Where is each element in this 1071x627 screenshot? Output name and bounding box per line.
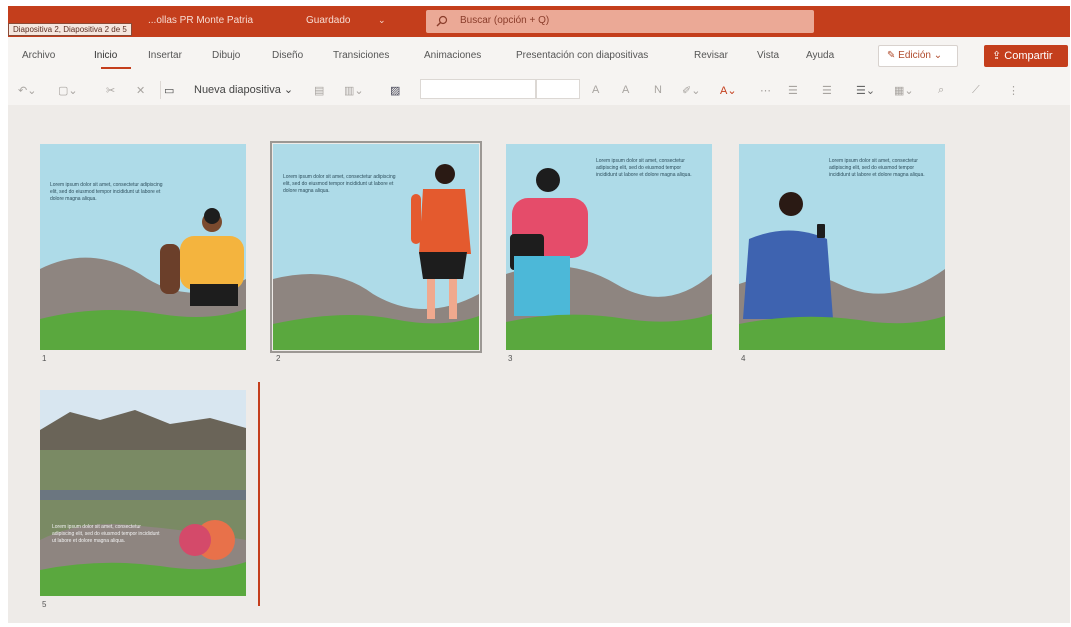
slide-text: Lorem ipsum dolor sit amet, consectetur … [50,182,163,202]
undo-icon[interactable]: ↶⌄ [18,84,36,97]
share-icon: ⇪ [992,50,1002,62]
tab-transiciones[interactable]: Transiciones [333,50,389,61]
new-slide-label: Nueva diapositiva [194,84,281,96]
chevron-down-icon[interactable]: ⌄ [378,15,386,26]
tab-ayuda[interactable]: Ayuda [806,50,834,61]
font-size-select[interactable] [536,79,580,99]
slide-text: Lorem ipsum dolor sit amet, consectetur … [283,174,396,194]
format-painter-icon[interactable]: ✂ [106,84,115,97]
more-icon[interactable]: ⋯ [760,84,771,97]
search-placeholder: Buscar (opción + Q) [460,15,550,26]
chevron-down-icon: ⌄ [933,50,943,61]
search-box[interactable]: Buscar (opción + Q) [426,10,814,33]
decrease-font-icon[interactable]: A [622,84,629,96]
slide-number: 1 [42,354,47,363]
slide-tooltip: Diapositiva 2, Diapositiva 2 de 5 [8,23,132,36]
delete-icon[interactable]: ✕ [136,84,145,97]
tab-inicio[interactable]: Inicio [94,50,117,61]
tab-vista[interactable]: Vista [757,50,779,61]
slide-thumbnail-5[interactable]: Lorem ipsum dolor sit amet, consectetur … [40,390,246,596]
font-color-icon[interactable]: A⌄ [720,84,737,97]
slide-text: Lorem ipsum dolor sit amet, consectetur … [52,524,160,544]
pencil-icon: ✎ [887,50,896,61]
tab-presentacion[interactable]: Presentación con diapositivas [516,50,648,61]
toolbar-divider [160,81,161,99]
tab-diseno[interactable]: Diseño [272,50,303,61]
slide-number: 4 [741,354,746,363]
paste-icon[interactable]: ▢⌄ [58,84,78,97]
slide-text: Lorem ipsum dolor sit amet, consectetur … [829,158,925,178]
active-tab-indicator [101,67,131,69]
ribbon-toolbar: ↶⌄ ▢⌄ ✂ ✕ ▭ Nueva diapositiva ⌄ ▤ ▥⌄ ▨ A… [8,75,1070,105]
find-icon[interactable]: ⌕ [938,84,944,97]
section-icon[interactable]: ▥⌄ [344,84,364,97]
share-label: Compartir [1004,50,1053,62]
designer-icon[interactable]: ⟋ [972,84,980,97]
align-icon[interactable]: ☰⌄ [856,84,875,97]
slide-text: Lorem ipsum dolor sit amet, consectetur … [596,158,692,178]
slide-5-art [40,390,246,596]
new-slide-icon[interactable]: ▭ [164,84,174,97]
dictate-icon[interactable]: ⋮ [1008,84,1019,97]
tab-animaciones[interactable]: Animaciones [424,50,481,61]
slide-number: 3 [508,354,513,363]
slide-thumbnail-2[interactable]: Lorem ipsum dolor sit amet, consectetur … [270,141,482,353]
increase-font-icon[interactable]: A [592,84,599,96]
document-title[interactable]: ...ollas PR Monte Patria [148,15,253,26]
edit-mode-button[interactable]: ✎ Edición ⌄ [878,45,958,67]
tab-dibujo[interactable]: Dibujo [212,50,240,61]
layout-icon[interactable]: ▤ [314,84,324,97]
highlight-icon[interactable]: ✐⌄ [682,84,700,97]
tab-archivo[interactable]: Archivo [22,50,55,61]
insertion-marker [258,382,260,606]
numbering-icon[interactable]: ☰ [822,84,832,97]
slide-1-art [40,144,246,350]
tab-revisar[interactable]: Revisar [694,50,728,61]
bold-icon[interactable]: N [654,84,662,96]
bullets-icon[interactable]: ☰ [788,84,798,97]
slide-thumbnail-3[interactable]: Lorem ipsum dolor sit amet, consectetur … [506,144,712,350]
slide-number: 2 [276,354,281,363]
slide-number: 5 [42,600,47,609]
search-icon [436,15,448,27]
font-family-select[interactable] [420,79,536,99]
slide-thumbnail-4[interactable]: Lorem ipsum dolor sit amet, consectetur … [739,144,945,350]
edit-mode-label: Edición [898,50,931,61]
title-bar: ...ollas PR Monte Patria Guardado ⌄ Busc… [8,6,1070,37]
share-button[interactable]: ⇪ Compartir [984,45,1068,67]
new-slide-button[interactable]: Nueva diapositiva ⌄ [194,83,293,96]
ribbon-tabs: Archivo Inicio Insertar Dibujo Diseño Tr… [8,37,1070,75]
picture-icon[interactable]: ▨ [390,84,400,97]
slide-thumbnail-1[interactable]: Lorem ipsum dolor sit amet, consectetur … [40,144,246,350]
tab-insertar[interactable]: Insertar [148,50,182,61]
saved-status[interactable]: Guardado [306,15,350,26]
shapes-icon[interactable]: ▦⌄ [894,84,914,97]
